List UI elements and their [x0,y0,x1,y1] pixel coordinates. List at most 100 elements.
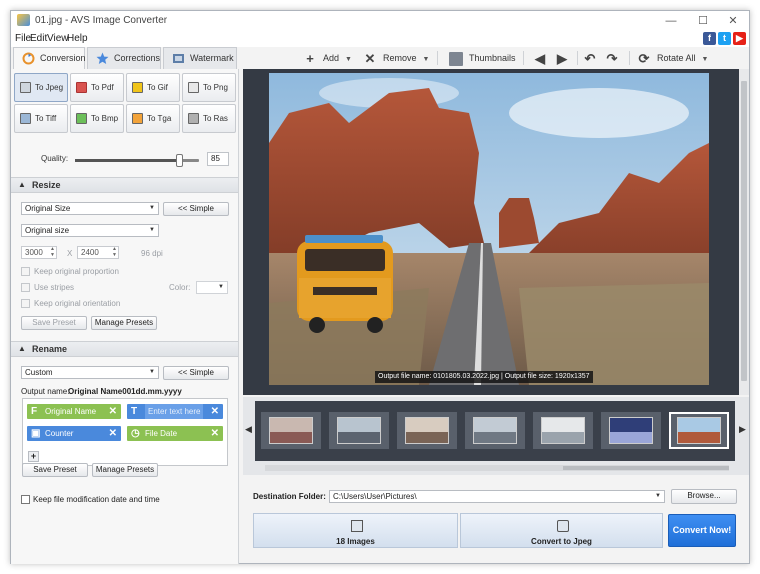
toolbar: + Add ▼ ✕ Remove ▼ Thumbnails ◀ ▶ ↶ ↷ ⟳ Rotat… [243,47,749,69]
remove-button[interactable]: ✕ Remove ▼ [363,50,430,66]
rename-manage-presets-button[interactable]: Manage Presets [92,463,158,477]
destination-label: Destination Folder: [253,492,326,501]
format-jpeg-button[interactable]: To Jpeg [14,73,68,102]
format-png-button[interactable]: To Png [182,73,236,102]
tag-file-date[interactable]: ◷ File Date ✕ [127,426,223,441]
strip-right-arrow-icon[interactable]: ▶ [739,424,746,435]
chevron-down-icon: ▼ [149,227,155,233]
chevron-down-icon[interactable]: ▼ [702,56,709,63]
keep-orientation-checkbox[interactable] [21,299,30,308]
browse-button[interactable]: Browse... [671,489,737,504]
thumbnail-item[interactable] [261,412,321,449]
thumbnail-item[interactable] [669,412,729,449]
keep-date-label: Keep file modification date and time [33,495,160,504]
rotate-right-button[interactable]: ↷ [605,50,625,66]
facebook-icon[interactable]: f [703,32,716,45]
resize-mode-select[interactable]: Original Size ▼ [21,202,159,215]
spinner-icon[interactable]: ▲ ▼ [50,246,55,258]
previous-button[interactable]: ◀ [533,50,553,66]
rotate-left-button[interactable]: ↶ [583,50,603,66]
convert-now-button[interactable]: Convert Now! [668,514,736,547]
scrollbar-thumb[interactable] [741,81,747,381]
menu-view[interactable]: View [47,33,69,44]
spinner-icon[interactable]: ▲ ▼ [112,246,117,258]
thumbnail-item[interactable] [329,412,389,449]
destination-path: C:\Users\User\Pictures\ [333,492,417,501]
tag-remove-icon[interactable]: ✕ [109,404,117,419]
format-label: To Pdf [91,83,114,92]
resize-save-preset-button[interactable]: Save Preset [21,316,87,330]
format-ras-button[interactable]: To Ras [182,104,236,133]
keep-date-checkbox[interactable] [21,495,30,504]
close-button[interactable]: ✕ [719,13,747,29]
tag-remove-icon[interactable]: ✕ [109,426,117,441]
menu-file[interactable]: File [15,33,31,44]
strip-scrollbar[interactable] [265,465,729,471]
thumbnail-item[interactable] [533,412,593,449]
tag-text-input[interactable]: Enter text here [145,404,204,419]
rename-simple-button[interactable]: << Simple [163,366,229,380]
tag-remove-icon[interactable]: ✕ [211,426,219,441]
collapse-arrow-icon: ▲ [18,344,26,353]
rename-mode-select[interactable]: Custom ▼ [21,366,159,379]
resize-manage-presets-button[interactable]: Manage Presets [91,316,157,330]
rename-template-box[interactable]: F Original Name ✕ T Enter text here ✕ ▣ … [22,398,228,466]
height-input[interactable]: 2400 ▲ ▼ [77,246,119,259]
format-label: To Bmp [91,114,119,123]
keep-orientation-label: Keep original orientation [34,299,121,308]
rotate-left-icon: ↶ [584,50,596,66]
twitter-icon[interactable]: t [718,32,731,45]
chevron-down-icon[interactable]: ▼ [423,56,430,63]
png-icon [188,82,199,93]
resize-section-header[interactable]: ▲ Resize [11,177,238,193]
youtube-icon[interactable]: ▶ [733,32,746,45]
keep-proportion-checkbox[interactable] [21,267,30,276]
destination-folder-select[interactable]: C:\Users\User\Pictures\ ▼ [329,490,665,503]
tag-glyph-icon: ▣ [31,428,41,439]
width-input[interactable]: 3000 ▲ ▼ [21,246,57,259]
use-stripes-label: Use stripes [34,283,75,292]
thumbnail-item[interactable] [601,412,661,449]
title-bar: 01.jpg - AVS Image Converter — ☐ ✕ [11,11,749,31]
add-tag-button[interactable]: + [28,451,39,462]
tag-text-field[interactable]: T Enter text here ✕ [127,404,223,419]
tab-conversion[interactable]: Conversion [13,47,86,70]
format-tga-button[interactable]: To Tga [126,104,180,133]
toolbar-divider [577,51,578,65]
menu-edit[interactable]: Edit [30,33,47,44]
maximize-button[interactable]: ☐ [689,13,717,29]
next-button[interactable]: ▶ [555,50,575,66]
preview-scrollbar[interactable] [739,69,749,395]
rename-section-header[interactable]: ▲ Rename [11,341,238,357]
menu-help[interactable]: Help [67,33,88,44]
format-bmp-button[interactable]: To Bmp [70,104,124,133]
strip-left-arrow-icon[interactable]: ◀ [245,424,252,435]
format-tiff-button[interactable]: To Tiff [14,104,68,133]
scrollbar-thumb[interactable] [563,466,729,470]
thumbnails-button[interactable]: Thumbnails [449,50,516,66]
thumbnail-item[interactable] [397,412,457,449]
quality-slider-thumb[interactable] [176,154,183,167]
tag-original-name[interactable]: F Original Name ✕ [27,404,121,419]
quality-input[interactable]: 85 [207,152,229,166]
use-stripes-checkbox[interactable] [21,283,30,292]
chevron-down-icon[interactable]: ▼ [345,56,352,63]
minimize-button[interactable]: — [657,13,685,29]
thumbnail-item[interactable] [465,412,525,449]
format-pdf-button[interactable]: To Pdf [70,73,124,102]
rename-save-preset-button[interactable]: Save Preset [22,463,88,477]
format-label: To Ras [203,114,228,123]
add-button[interactable]: + Add ▼ [303,50,352,66]
format-gif-button[interactable]: To Gif [126,73,180,102]
stripe-color-select[interactable]: ▼ [196,281,228,294]
tag-counter[interactable]: ▣ Counter ✕ [27,426,121,441]
quality-slider[interactable] [75,154,199,167]
size-preset-select[interactable]: Original size ▼ [21,224,159,237]
tag-remove-icon[interactable]: ✕ [211,404,219,419]
rotate-all-button[interactable]: ⟳ Rotate All ▼ [637,50,709,66]
resize-simple-button[interactable]: << Simple [163,202,229,216]
tab-corrections[interactable]: Corrections [87,47,161,69]
tab-watermark[interactable]: Watermark [163,47,237,69]
size-preset-value: Original size [25,226,70,235]
thumbnail-strip: ◀ ▶ [243,397,749,475]
